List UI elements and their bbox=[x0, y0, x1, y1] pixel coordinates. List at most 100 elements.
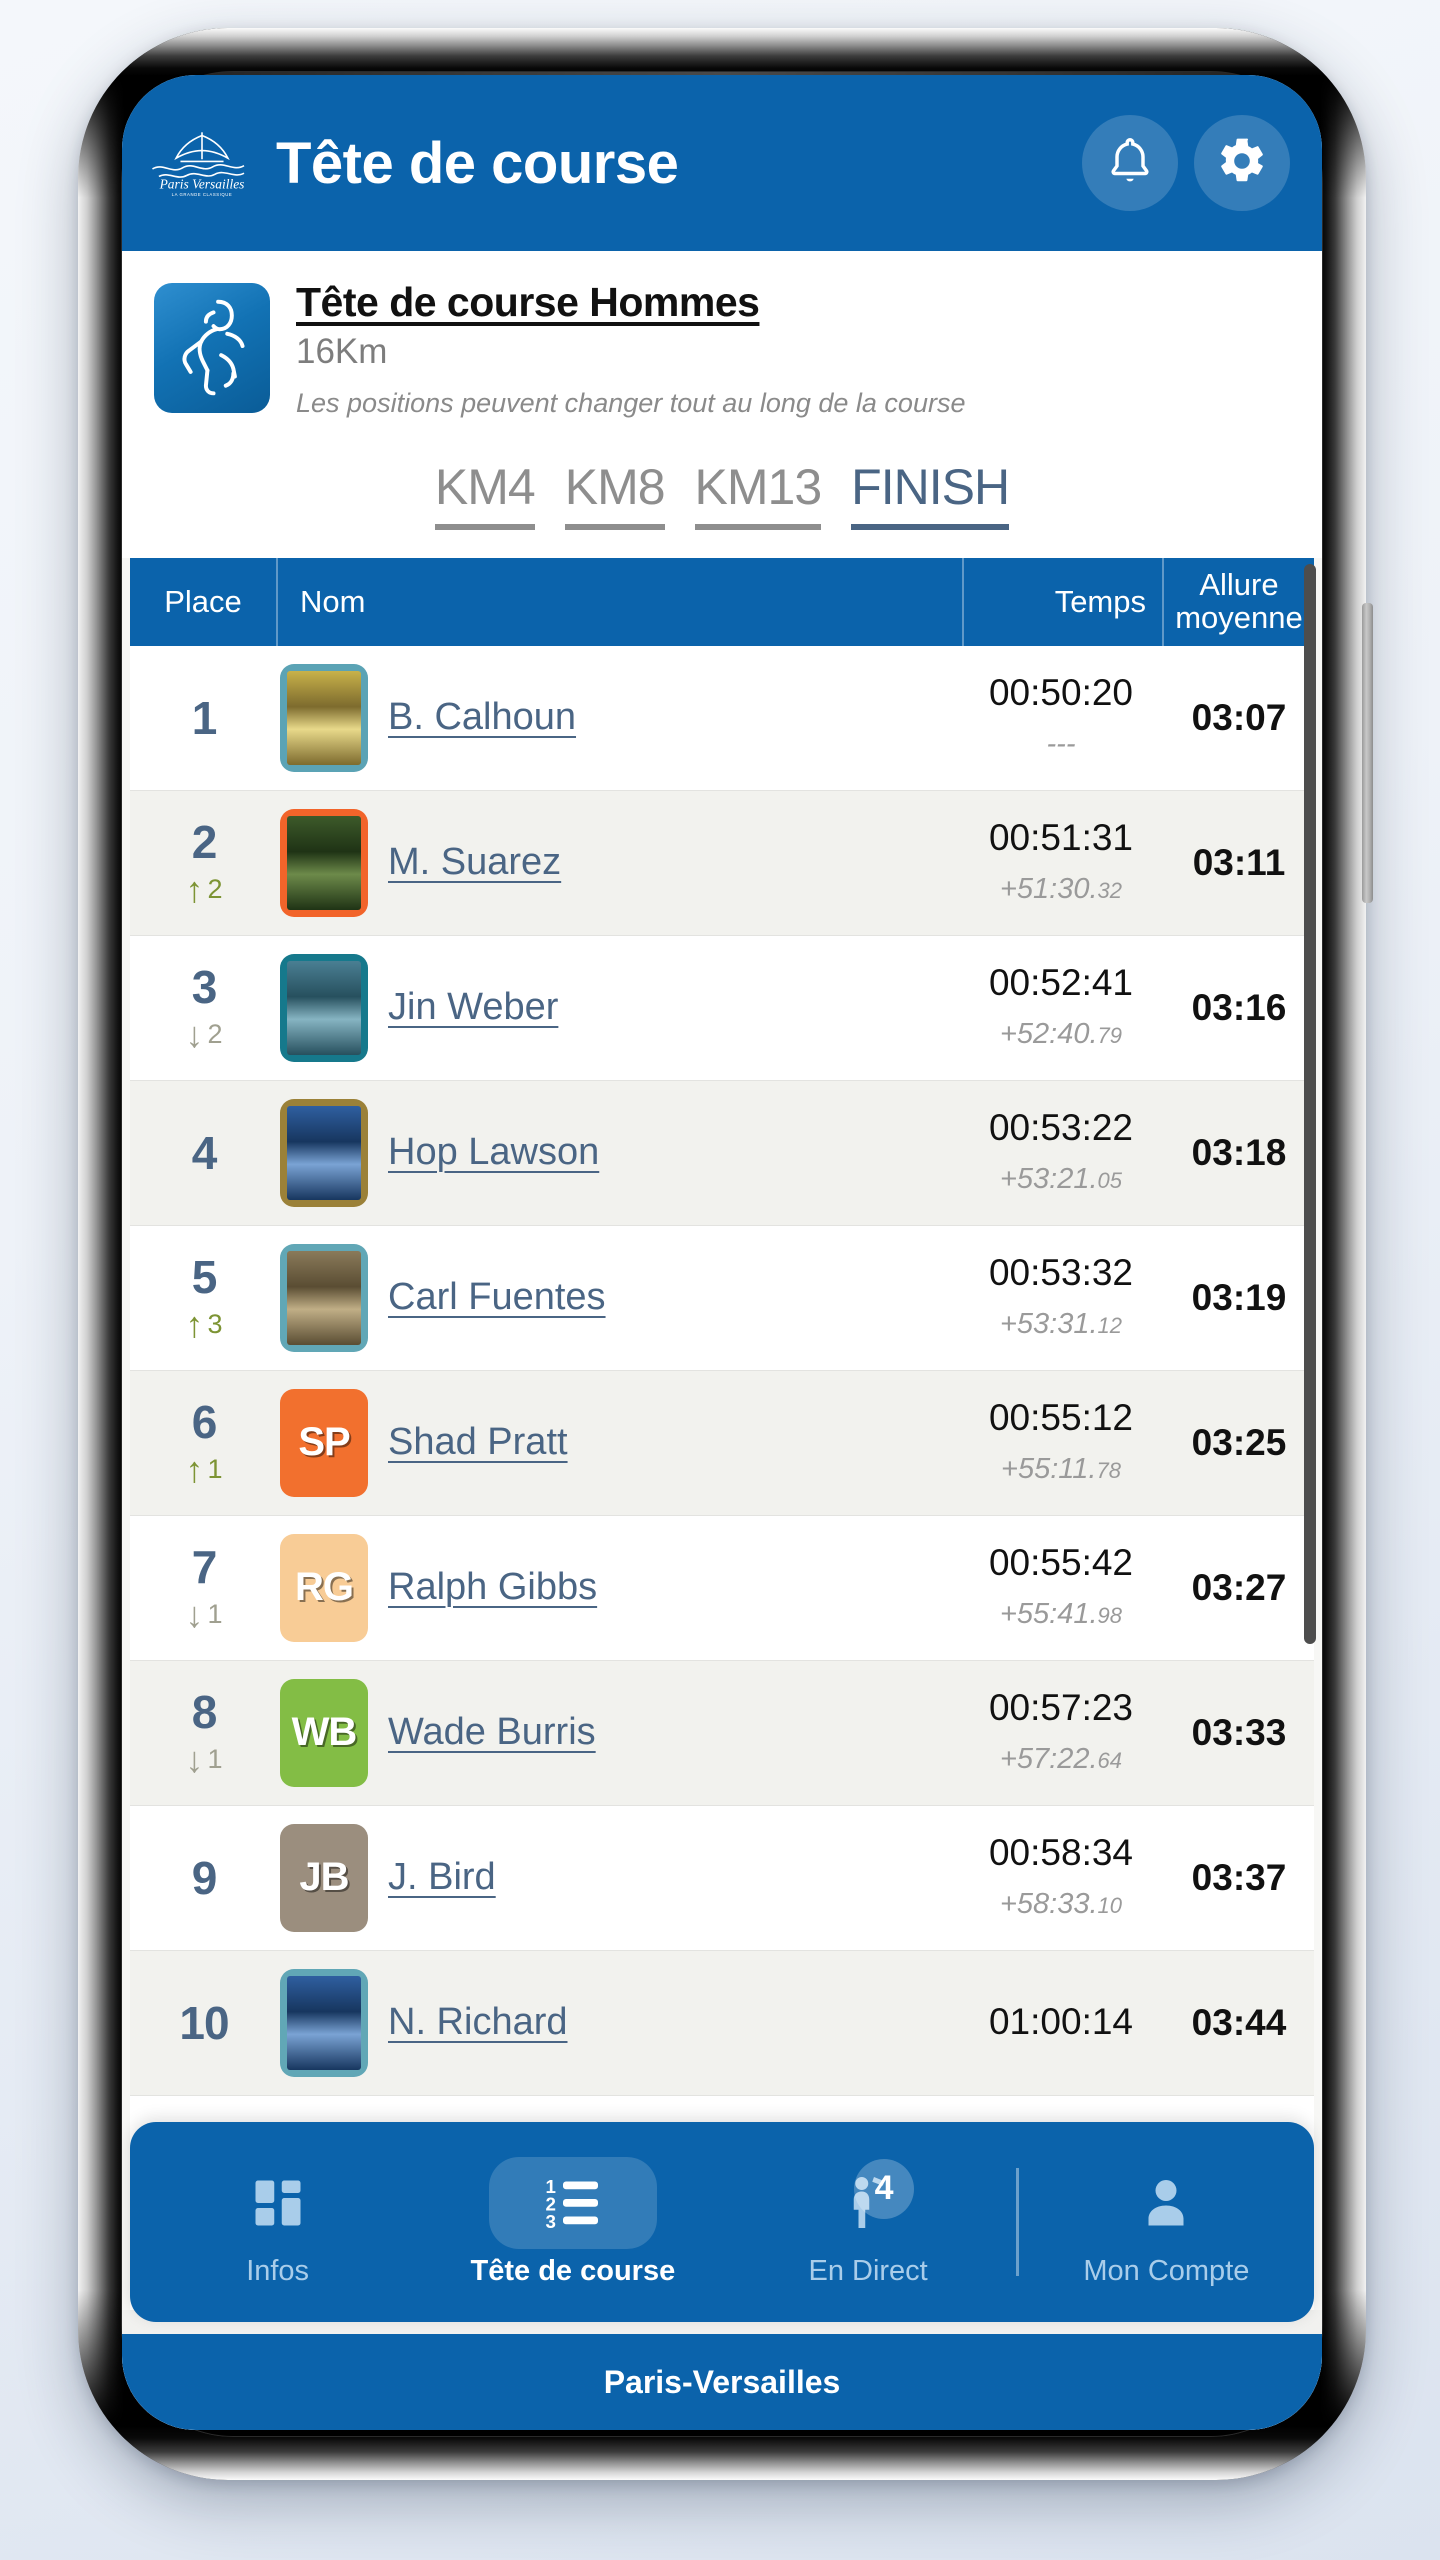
avatar[interactable] bbox=[280, 1243, 368, 1352]
finish-time: 00:53:22 bbox=[988, 1106, 1134, 1148]
nav-label-mon-compte: Mon Compte bbox=[1083, 2254, 1250, 2287]
finish-time: 00:58:34 bbox=[988, 1831, 1134, 1873]
finish-time: 00:57:23 bbox=[988, 1686, 1134, 1728]
power-button[interactable] bbox=[1362, 603, 1373, 903]
position-up-arrow-icon: ↑ 2 bbox=[185, 868, 223, 910]
table-row[interactable]: 7 ↓ 1 RG Ralph Gibbs 00:55:42 +55:41.98 03:27 bbox=[130, 1515, 1314, 1661]
runner-name-link[interactable]: Wade Burris bbox=[388, 1711, 596, 1754]
nav-badge-en-direct: 4 bbox=[854, 2158, 915, 2219]
nav-item-infos[interactable]: Infos bbox=[130, 2122, 425, 2322]
table-row[interactable]: 1 B. Calhoun 00:50:20 --- 03:07 bbox=[130, 645, 1314, 791]
cell-place: 9 bbox=[130, 1855, 278, 1901]
cell-nom: B. Calhoun bbox=[278, 663, 964, 772]
app-header: Paris Versailles LA GRANDE CLASSIQUE Têt… bbox=[122, 75, 1322, 251]
avatar[interactable]: SP bbox=[280, 1388, 368, 1497]
avatar[interactable]: RG bbox=[280, 1533, 368, 1642]
cell-temps: 00:55:42 +55:41.98 bbox=[964, 1541, 1164, 1632]
time-gap-fraction: 05 bbox=[1097, 1168, 1123, 1194]
cell-allure-moyenne: 03:44 bbox=[1191, 2001, 1287, 2043]
arrow-glyph: ↓ bbox=[185, 1593, 204, 1635]
table-row[interactable]: 5 ↑ 3 Carl Fuentes 00:53:32 +53:31.12 03:19 bbox=[130, 1225, 1314, 1371]
finish-time: 00:53:32 bbox=[988, 1251, 1134, 1293]
runner-icon bbox=[163, 288, 261, 409]
runner-name-link[interactable]: J. Bird bbox=[388, 1856, 496, 1899]
avatar[interactable] bbox=[280, 663, 368, 772]
time-gap: +55:11.78 bbox=[1001, 1453, 1121, 1486]
runner-name-link[interactable]: N. Richard bbox=[388, 2001, 568, 2044]
runner-name-link[interactable]: Hop Lawson bbox=[388, 1131, 599, 1174]
cell-temps: 01:00:14 bbox=[964, 2002, 1164, 2042]
cell-nom: RG Ralph Gibbs bbox=[278, 1533, 964, 1642]
vertical-scrollbar[interactable] bbox=[1304, 563, 1316, 1644]
cell-nom: SP Shad Pratt bbox=[278, 1388, 964, 1497]
cell-place: 6 ↑ 1 bbox=[130, 1395, 278, 1488]
runner-photo bbox=[287, 1105, 361, 1200]
nav-item-en-direct[interactable]: 4 En Direct bbox=[721, 2122, 1016, 2322]
place-number: 2 bbox=[191, 815, 218, 868]
runner-name-link[interactable]: B. Calhoun bbox=[388, 696, 576, 739]
person-icon bbox=[1106, 2157, 1226, 2249]
runner-name-link[interactable]: Carl Fuentes bbox=[388, 1276, 606, 1319]
notifications-button[interactable] bbox=[1082, 115, 1178, 211]
race-thumbnail bbox=[154, 283, 270, 413]
cell-temps: 00:53:32 +53:31.12 bbox=[964, 1251, 1164, 1342]
time-gap: --- bbox=[1046, 728, 1076, 761]
table-row[interactable]: 2 ↑ 2 M. Suarez 00:51:31 +51:30.32 03:11 bbox=[130, 790, 1314, 936]
runner-photo bbox=[287, 1975, 361, 2070]
phone-mockup: Paris Versailles LA GRANDE CLASSIQUE Têt… bbox=[78, 28, 1373, 2480]
svg-text:LA GRANDE CLASSIQUE: LA GRANDE CLASSIQUE bbox=[172, 192, 233, 197]
runner-name-link[interactable]: Shad Pratt bbox=[388, 1421, 568, 1464]
arrow-glyph: ↑ bbox=[185, 868, 204, 910]
svg-text:Paris Versailles: Paris Versailles bbox=[159, 176, 245, 191]
nav-item-tete-de-course[interactable]: 1 2 3 Tête de course bbox=[425, 2122, 720, 2322]
table-row[interactable]: 4 Hop Lawson 00:53:22 +53:21.05 03:18 bbox=[130, 1080, 1314, 1226]
tab-km4[interactable]: KM4 bbox=[434, 461, 536, 530]
cell-allure-moyenne: 03:16 bbox=[1191, 986, 1287, 1028]
position-up-arrow-icon: ↑ 3 bbox=[185, 1303, 222, 1345]
arrow-glyph: ↑ bbox=[185, 1303, 204, 1345]
avatar[interactable] bbox=[280, 808, 368, 917]
nav-label-tete-de-course: Tête de course bbox=[470, 2254, 676, 2287]
table-row[interactable]: 6 ↑ 1 SP Shad Pratt 00:55:12 +55:11.78 03:25 bbox=[130, 1370, 1314, 1516]
table-row[interactable]: 10 N. Richard 01:00:14 03:44 bbox=[130, 1950, 1314, 2096]
finish-time: 00:55:42 bbox=[988, 1541, 1134, 1583]
app-footer: Paris-Versailles bbox=[122, 2334, 1322, 2430]
place-number: 6 bbox=[191, 1395, 218, 1448]
time-gap-fraction: 32 bbox=[1097, 878, 1123, 904]
avatar[interactable] bbox=[280, 1968, 368, 2077]
avatar[interactable] bbox=[280, 1098, 368, 1207]
tab-finish[interactable]: FINISH bbox=[851, 461, 1010, 530]
table-row[interactable]: 3 ↓ 2 Jin Weber 00:52:41 +52:40.79 03:16 bbox=[130, 935, 1314, 1081]
tab-km13[interactable]: KM13 bbox=[694, 461, 822, 530]
svg-text:3: 3 bbox=[545, 2211, 555, 2232]
table-row[interactable]: 8 ↓ 1 WB Wade Burris 00:57:23 +57:22.64 03:33 bbox=[130, 1660, 1314, 1806]
cell-allure-moyenne: 03:18 bbox=[1191, 1131, 1287, 1173]
finish-time: 00:55:12 bbox=[988, 1396, 1134, 1438]
bottom-navigation: Infos 1 2 3 Tête de course 4 En Direct M… bbox=[130, 2122, 1314, 2322]
nav-item-mon-compte[interactable]: Mon Compte bbox=[1019, 2122, 1314, 2322]
position-delta-count: 2 bbox=[207, 1019, 223, 1049]
cell-allure-moyenne: 03:27 bbox=[1191, 1566, 1287, 1608]
position-delta-count: 1 bbox=[207, 1454, 223, 1484]
tab-km8[interactable]: KM8 bbox=[564, 461, 666, 530]
cell-place: 7 ↓ 1 bbox=[130, 1544, 278, 1635]
cell-allure-moyenne: 03:07 bbox=[1191, 696, 1287, 738]
table-row[interactable]: 9 JB J. Bird 00:58:34 +58:33.10 03:37 bbox=[130, 1805, 1314, 1951]
runner-name-link[interactable]: Jin Weber bbox=[388, 986, 558, 1029]
race-note: Les positions peuvent changer tout au lo… bbox=[296, 388, 966, 418]
settings-button[interactable] bbox=[1194, 115, 1290, 211]
place-number: 8 bbox=[191, 1685, 218, 1738]
runner-name-link[interactable]: M. Suarez bbox=[388, 841, 561, 884]
time-gap: +53:21.05 bbox=[999, 1163, 1123, 1196]
avatar[interactable]: JB bbox=[280, 1823, 368, 1932]
avatar[interactable] bbox=[280, 953, 368, 1062]
time-gap-fraction: 12 bbox=[1097, 1313, 1123, 1339]
footer-text: Paris-Versailles bbox=[603, 2363, 841, 2400]
runner-name-link[interactable]: Ralph Gibbs bbox=[388, 1566, 597, 1609]
avatar[interactable]: WB bbox=[280, 1678, 368, 1787]
time-gap-fraction: 79 bbox=[1097, 1023, 1123, 1049]
time-gap-fraction: 64 bbox=[1097, 1748, 1123, 1774]
position-delta-count: 2 bbox=[207, 874, 223, 904]
place-number: 5 bbox=[191, 1250, 218, 1303]
cell-nom: Jin Weber bbox=[278, 953, 964, 1062]
